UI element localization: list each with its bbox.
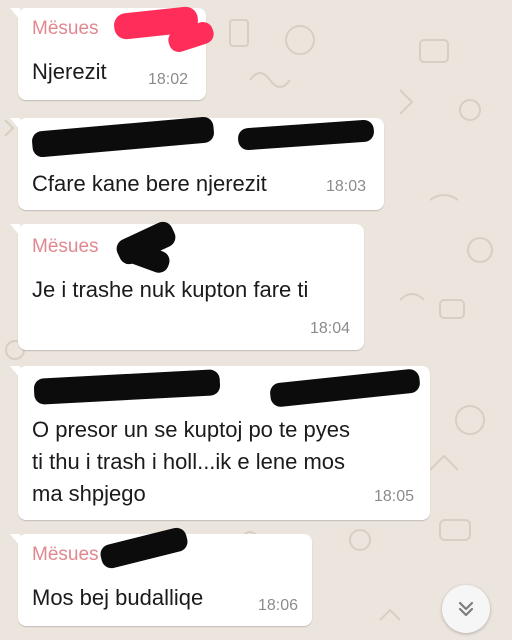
sender-redaction	[237, 119, 375, 151]
sender-redaction	[31, 116, 215, 158]
message-bubble-1[interactable]: Mësues Njerezit 18:02	[10, 5, 217, 100]
message-time: 18:02	[148, 71, 189, 88]
message-text: Je i trashe nuk kupton fare ti	[32, 277, 309, 302]
message-bubble-5[interactable]: Mësues Mos bej budalliqe 18:06	[10, 525, 312, 626]
message-time: 18:06	[258, 597, 299, 614]
sender-name: Mësues	[32, 236, 99, 257]
sender-name: Mësues	[32, 18, 99, 39]
scroll-to-bottom-button[interactable]	[442, 585, 490, 633]
sender-name: Mësues	[32, 544, 99, 565]
chat-background: Mësues Njerezit 18:02 Cfare kane bere nj…	[0, 0, 512, 640]
message-text-line-3: ma shpjego	[32, 481, 146, 506]
message-text: Mos bej budalliqe	[32, 585, 204, 610]
sender-redaction	[269, 368, 421, 408]
message-time: 18:04	[310, 320, 351, 337]
message-time: 18:03	[326, 178, 367, 195]
message-bubble-2[interactable]: Cfare kane bere njerezit 18:03	[10, 116, 384, 210]
double-chevron-down-icon	[458, 601, 474, 617]
sender-redaction	[33, 369, 221, 405]
message-text: Njerezit	[32, 59, 107, 84]
message-bubble-3[interactable]: Mësues Je i trashe nuk kupton fare ti 18…	[10, 218, 364, 350]
message-time: 18:05	[374, 488, 415, 505]
message-text-line-2: ti thu i trash i holl...ik e lene mos	[32, 449, 346, 474]
message-bubble-4[interactable]: O presor un se kuptoj po te pyes ti thu …	[10, 366, 430, 520]
message-text-line-1: O presor un se kuptoj po te pyes	[32, 417, 350, 442]
message-text: Cfare kane bere njerezit	[32, 171, 267, 196]
